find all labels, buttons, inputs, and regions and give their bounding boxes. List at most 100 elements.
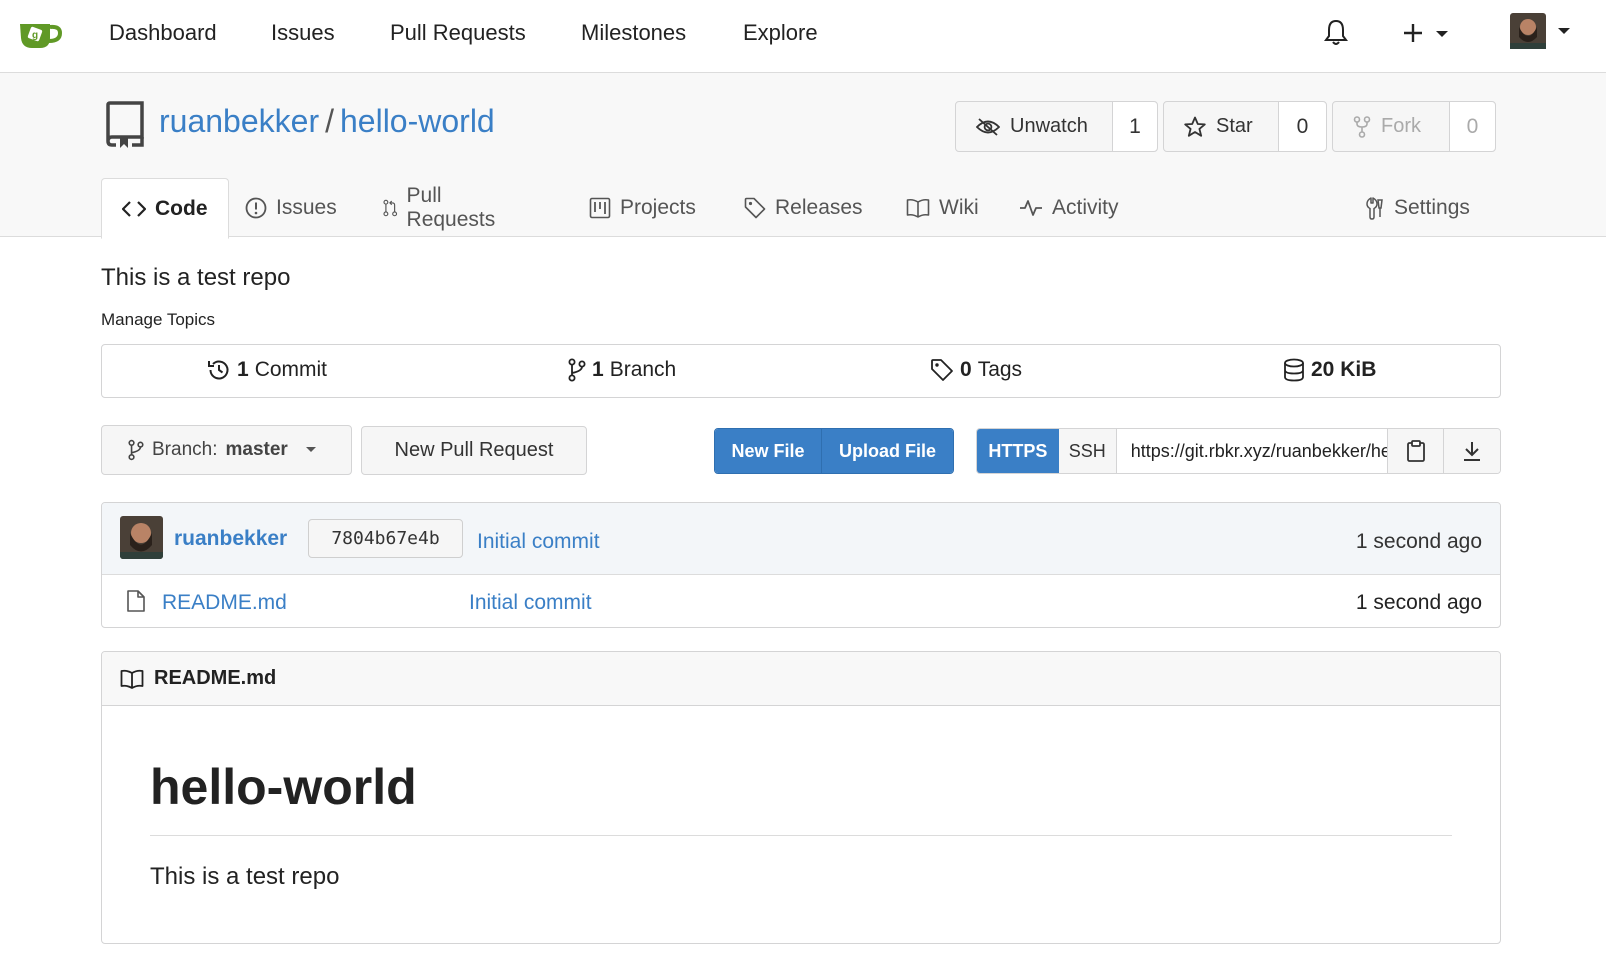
ssh-toggle[interactable]: SSH	[1058, 429, 1117, 473]
nav-dashboard[interactable]: Dashboard	[109, 20, 217, 46]
tab-releases[interactable]: Releases	[744, 178, 863, 238]
commits-stat[interactable]: 1 Commit	[207, 358, 327, 382]
create-new-menu[interactable]	[1402, 20, 1448, 48]
readme-body: This is a test repo	[150, 863, 340, 890]
bell-icon[interactable]	[1324, 18, 1348, 46]
tab-pull-requests[interactable]: Pull Requests	[383, 178, 501, 238]
tab-issues[interactable]: Issues	[245, 178, 337, 238]
file-commit-time: 1 second ago	[1355, 591, 1482, 614]
watch-button-group: Unwatch 1	[955, 101, 1158, 152]
star-button[interactable]: Star	[1164, 102, 1279, 151]
star-count[interactable]: 0	[1279, 102, 1326, 151]
tab-activity-label: Activity	[1052, 196, 1119, 219]
tab-settings[interactable]: Settings	[1365, 178, 1470, 238]
fork-label: Fork	[1381, 115, 1421, 137]
upload-file-button[interactable]: Upload File	[822, 429, 953, 473]
commit-author-link[interactable]: ruanbekker	[174, 527, 287, 551]
file-icon	[126, 589, 146, 613]
latest-commit-row: ruanbekker 7804b67e4b Initial commit 1 s…	[102, 503, 1500, 575]
branches-count: 1	[592, 358, 604, 381]
project-icon	[589, 197, 611, 219]
commit-author-avatar[interactable]	[120, 516, 163, 559]
pull-request-icon	[383, 199, 398, 217]
caret-down-icon	[305, 447, 316, 452]
repo-name-link[interactable]: hello-world	[340, 103, 495, 140]
commit-message-link[interactable]: Initial commit	[477, 530, 600, 554]
branch-selector[interactable]: Branch: master	[101, 425, 352, 475]
branches-stat[interactable]: 1 Branch	[568, 358, 676, 382]
tools-icon	[1366, 197, 1383, 220]
tab-settings-label: Settings	[1394, 196, 1470, 219]
readme-filename: README.md	[154, 667, 277, 689]
pulse-icon	[1020, 200, 1042, 216]
nav-pull-requests[interactable]: Pull Requests	[390, 20, 526, 46]
readme-divider	[150, 835, 1452, 836]
https-toggle[interactable]: HTTPS	[977, 429, 1059, 473]
eye-closed-icon	[976, 117, 1000, 136]
star-button-group: Star 0	[1163, 101, 1327, 152]
commits-count: 1	[237, 358, 249, 381]
commits-label: Commit	[254, 358, 328, 381]
branches-label: Branch	[609, 358, 677, 381]
repo-stats-bar: 1 Commit 1 Branch 0 Tags 20 KiB	[101, 344, 1501, 398]
readme-header: README.md	[102, 652, 1500, 706]
fork-button-group: Fork 0	[1332, 101, 1496, 152]
copy-url-button[interactable]	[1388, 429, 1445, 473]
clone-url-input[interactable]: https://git.rbkr.xyz/ruanbekker/hello-wo…	[1117, 429, 1389, 473]
commit-sha-button[interactable]: 7804b67e4b	[308, 519, 463, 558]
readme-heading: hello-world	[150, 759, 417, 815]
clone-panel: HTTPS SSH https://git.rbkr.xyz/ruanbekke…	[976, 428, 1501, 474]
new-pull-request-button[interactable]: New Pull Request	[361, 426, 587, 475]
code-icon	[122, 200, 146, 217]
branch-icon	[568, 358, 586, 382]
nav-issues[interactable]: Issues	[271, 20, 335, 46]
top-navbar: g Dashboard Issues Pull Requests Milesto…	[0, 0, 1606, 73]
tags-count: 0	[960, 358, 972, 381]
fork-button[interactable]: Fork	[1333, 102, 1450, 151]
branch-prefix: Branch:	[152, 439, 218, 460]
database-icon	[1284, 358, 1304, 382]
tab-pull-requests-label: Pull Requests	[406, 184, 496, 231]
new-file-button[interactable]: New File	[715, 429, 822, 473]
tags-label: Tags	[977, 358, 1023, 381]
repo-separator: /	[325, 103, 334, 139]
nav-milestones[interactable]: Milestones	[581, 20, 686, 46]
file-actions-group: New File Upload File	[714, 428, 954, 474]
user-menu[interactable]	[1510, 13, 1572, 49]
tab-code[interactable]: Code	[101, 178, 229, 239]
repo-description: This is a test repo	[101, 264, 291, 291]
gitea-logo-icon[interactable]: g	[16, 16, 64, 52]
tab-code-label: Code	[155, 196, 208, 220]
unwatch-button[interactable]: Unwatch	[956, 102, 1113, 151]
tag-icon	[931, 359, 953, 381]
fork-count[interactable]: 0	[1450, 102, 1495, 151]
clipboard-icon	[1406, 440, 1425, 462]
watch-count[interactable]: 1	[1113, 102, 1157, 151]
nav-explore[interactable]: Explore	[743, 20, 818, 46]
manage-topics-link[interactable]: Manage Topics	[101, 310, 215, 330]
tab-wiki-label: Wiki	[939, 196, 979, 219]
branch-name: master	[225, 439, 288, 460]
file-name-link[interactable]: README.md	[162, 591, 287, 615]
book-icon	[906, 198, 930, 218]
tab-projects[interactable]: Projects	[589, 178, 696, 238]
fork-icon	[1353, 115, 1371, 138]
tag-icon	[744, 197, 766, 219]
avatar[interactable]	[1510, 13, 1572, 49]
tab-activity[interactable]: Activity	[1019, 178, 1119, 238]
download-button[interactable]	[1444, 429, 1500, 473]
issue-icon	[245, 197, 267, 219]
readme-panel: README.md hello-world This is a test rep…	[101, 651, 1501, 944]
repo-owner-link[interactable]: ruanbekker	[159, 103, 319, 140]
tab-wiki[interactable]: Wiki	[906, 178, 979, 238]
commit-time: 1 second ago	[1355, 530, 1482, 553]
file-commit-link[interactable]: Initial commit	[469, 591, 592, 615]
unwatch-label: Unwatch	[1010, 115, 1088, 137]
download-icon	[1464, 442, 1481, 461]
table-row: README.md Initial commit 1 second ago	[102, 575, 1500, 627]
star-label: Star	[1216, 115, 1253, 137]
repo-size: 20 KiB	[1311, 358, 1377, 381]
tags-stat[interactable]: 0 Tags	[930, 358, 1022, 382]
repo-header: ruanbekker / hello-world Unwatch 1 Star …	[0, 73, 1606, 239]
svg-text:g: g	[32, 30, 38, 41]
